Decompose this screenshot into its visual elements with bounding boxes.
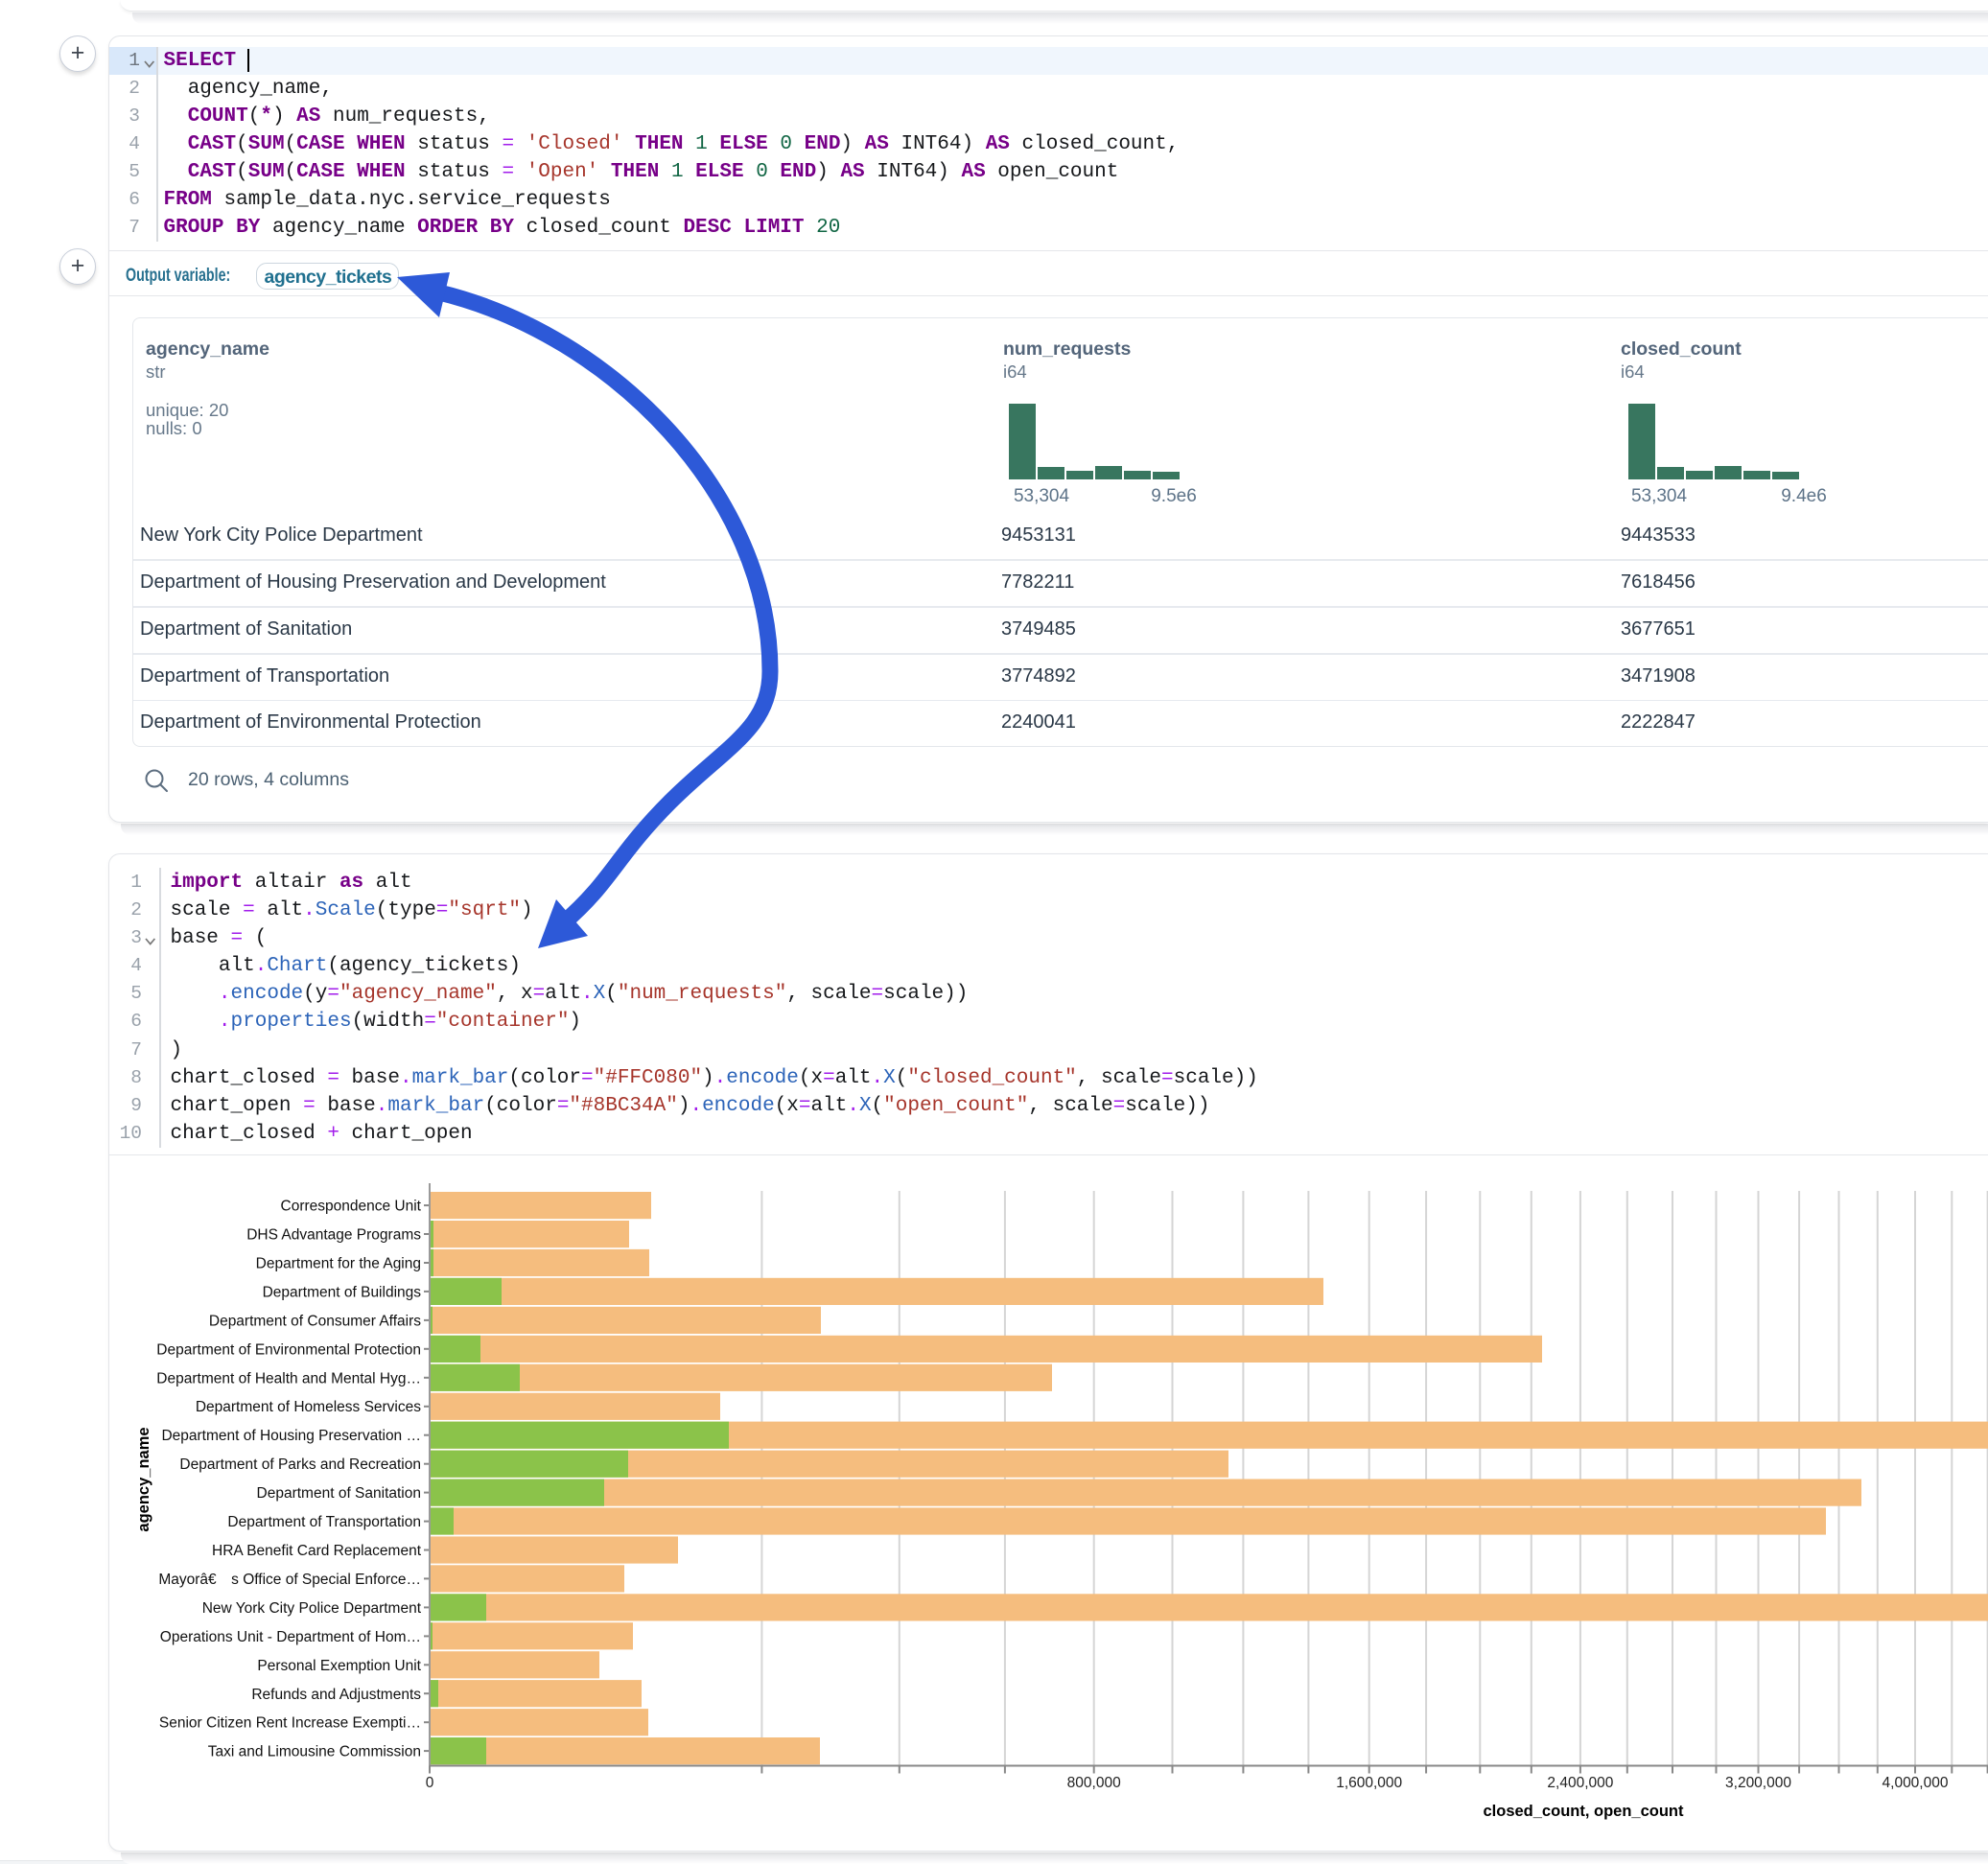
svg-text:Department for the Aging: Department for the Aging bbox=[256, 1256, 421, 1272]
svg-text:Department of Health and Menta: Department of Health and Mental Hyg… bbox=[156, 1370, 421, 1386]
svg-text:Senior Citizen Rent Increase E: Senior Citizen Rent Increase Exempti… bbox=[159, 1715, 421, 1732]
svg-text:Department of Environmental Pr: Department of Environmental Protection bbox=[156, 1341, 421, 1358]
svg-text:Department of Sanitation: Department of Sanitation bbox=[257, 1485, 421, 1502]
svg-text:Refunds and Adjustments: Refunds and Adjustments bbox=[251, 1687, 421, 1703]
svg-text:Department of Parks and Recrea: Department of Parks and Recreation bbox=[179, 1456, 421, 1473]
svg-text:Department of Buildings: Department of Buildings bbox=[263, 1284, 422, 1300]
svg-text:4,000,000: 4,000,000 bbox=[1883, 1775, 1949, 1791]
svg-text:Department of Homeless Service: Department of Homeless Services bbox=[196, 1399, 421, 1415]
svg-text:Department of Transportation: Department of Transportation bbox=[227, 1514, 421, 1530]
svg-text:New York City Police Departmen: New York City Police Department bbox=[202, 1600, 422, 1617]
svg-text:Department of Housing Preserva: Department of Housing Preservation … bbox=[161, 1428, 421, 1444]
svg-text:Department of Consumer Affairs: Department of Consumer Affairs bbox=[209, 1313, 421, 1329]
svg-text:Operations Unit - Department o: Operations Unit - Department of Hom… bbox=[160, 1629, 421, 1645]
svg-text:Mayorâ€ s Office of Special En: Mayorâ€ s Office of Special Enforce… bbox=[158, 1572, 421, 1588]
svg-text:2,400,000: 2,400,000 bbox=[1547, 1775, 1613, 1791]
svg-text:HRA Benefit Card Replacement: HRA Benefit Card Replacement bbox=[212, 1543, 422, 1559]
svg-text:0: 0 bbox=[426, 1775, 434, 1791]
svg-text:agency_name: agency_name bbox=[135, 1427, 152, 1531]
svg-text:3,200,000: 3,200,000 bbox=[1725, 1775, 1791, 1791]
svg-text:Correspondence Unit: Correspondence Unit bbox=[281, 1199, 422, 1215]
svg-text:800,000: 800,000 bbox=[1067, 1775, 1121, 1791]
svg-text:1,600,000: 1,600,000 bbox=[1336, 1775, 1402, 1791]
svg-text:Taxi and Limousine Commission: Taxi and Limousine Commission bbox=[208, 1744, 421, 1760]
svg-text:Personal Exemption Unit: Personal Exemption Unit bbox=[257, 1658, 421, 1674]
svg-text:closed_count, open_count: closed_count, open_count bbox=[1483, 1803, 1684, 1820]
svg-text:DHS Advantage Programs: DHS Advantage Programs bbox=[246, 1227, 421, 1244]
